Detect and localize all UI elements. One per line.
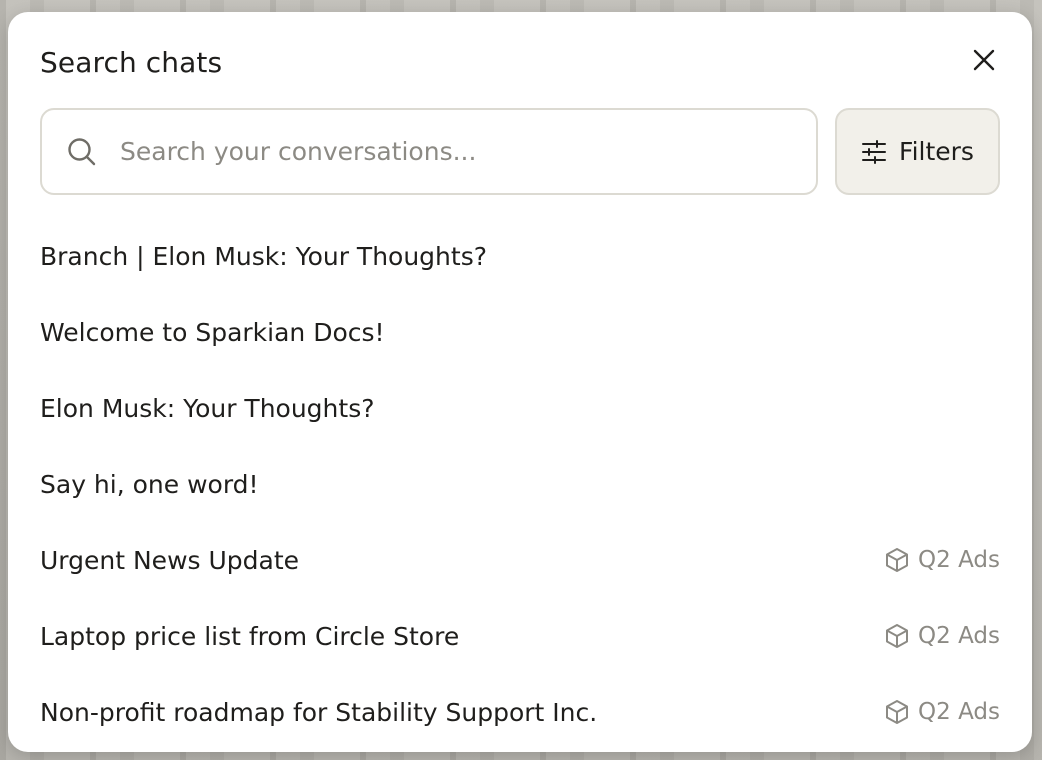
chat-title: Non-profit roadmap for Stability Support…	[40, 697, 598, 727]
project-name: Q2 Ads	[918, 623, 1000, 649]
project-tag: Q2 Ads	[884, 699, 1000, 725]
filters-label: Filters	[899, 137, 974, 166]
list-item[interactable]: Laptop price list from Circle Store Q2 A…	[40, 598, 1000, 674]
filters-button[interactable]: Filters	[835, 108, 1000, 195]
chat-title: Welcome to Sparkian Docs!	[40, 317, 385, 347]
chat-title: Say hi, one word!	[40, 469, 259, 499]
list-item[interactable]: Say hi, one word!	[40, 446, 1000, 522]
dialog-title: Search chats	[40, 46, 223, 79]
list-item[interactable]: Elon Musk: Your Thoughts?	[40, 370, 1000, 446]
sliders-icon	[861, 139, 887, 165]
close-icon	[973, 49, 995, 71]
list-item[interactable]: Urgent News Update Q2 Ads	[40, 522, 1000, 598]
close-button[interactable]	[966, 42, 1002, 78]
list-item[interactable]: Welcome to Sparkian Docs!	[40, 294, 1000, 370]
list-item[interactable]: Branch | Elon Musk: Your Thoughts?	[40, 218, 1000, 294]
chat-title: Urgent News Update	[40, 545, 300, 575]
search-chats-dialog: Search chats Filters Branch | Elon Musk:…	[8, 12, 1032, 752]
box-icon	[886, 548, 909, 572]
chat-title: Branch | Elon Musk: Your Thoughts?	[40, 241, 487, 271]
results-list: Branch | Elon Musk: Your Thoughts? Welco…	[40, 218, 1000, 750]
chat-title: Elon Musk: Your Thoughts?	[40, 393, 375, 423]
project-name: Q2 Ads	[918, 547, 1000, 573]
project-name: Q2 Ads	[918, 699, 1000, 725]
box-icon	[886, 624, 909, 648]
search-icon	[66, 136, 98, 168]
project-tag: Q2 Ads	[884, 623, 1000, 649]
list-item[interactable]: Non-profit roadmap for Stability Support…	[40, 674, 1000, 750]
project-tag: Q2 Ads	[884, 547, 1000, 573]
search-input[interactable]	[120, 121, 816, 182]
search-box[interactable]	[40, 108, 818, 195]
box-icon	[886, 700, 909, 724]
chat-title: Laptop price list from Circle Store	[40, 621, 460, 651]
